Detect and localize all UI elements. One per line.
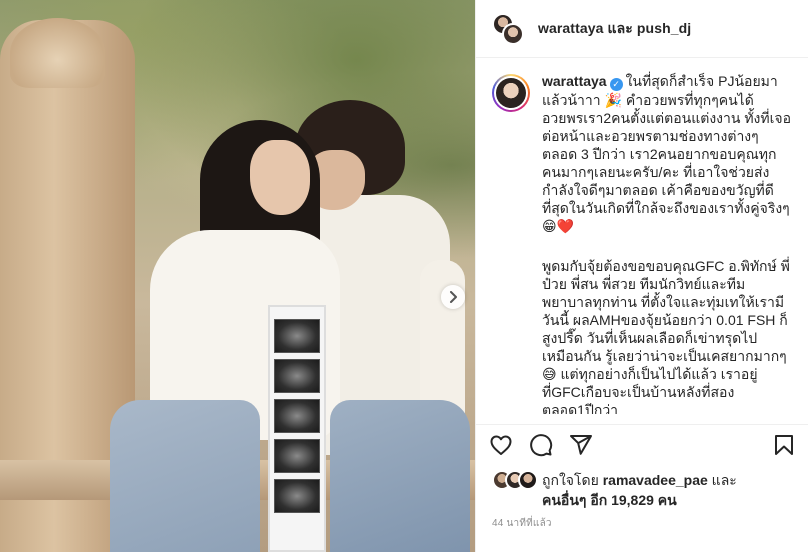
caption-section: warattaya ✓ ในที่สุดก็สำเร็จ PJน้อยมาแล้วน… — [476, 58, 808, 414]
ultrasound-scan — [274, 359, 320, 393]
caption-paragraph-1: ในที่สุดก็สำเร็จ PJน้อยมาแล้วน้าาา 🎉 คำอ… — [542, 73, 794, 234]
action-bar — [476, 424, 808, 464]
avatar — [496, 78, 526, 108]
like-button[interactable] — [488, 432, 514, 458]
share-icon — [570, 434, 592, 455]
post-header: warattaya และ push_dj — [476, 0, 808, 58]
caption-avatar[interactable] — [492, 74, 530, 112]
ultrasound-scan — [274, 319, 320, 353]
post-timestamp[interactable]: 44 นาทีที่แล้ว — [492, 516, 552, 531]
likes-others-link[interactable]: คนอื่นๆ อีก 19,829 คน — [542, 492, 677, 508]
share-button[interactable] — [568, 432, 594, 458]
photo-woman-jeans — [110, 400, 260, 552]
comment-icon — [530, 433, 553, 456]
bookmark-icon — [775, 434, 793, 455]
post-photo[interactable] — [0, 0, 475, 552]
caption-username[interactable]: warattaya — [542, 73, 607, 89]
ultrasound-scan — [274, 439, 320, 473]
comment-button[interactable] — [528, 432, 554, 458]
liker-avatars — [492, 470, 540, 492]
heart-icon — [490, 435, 512, 455]
verified-badge-icon: ✓ — [609, 78, 623, 91]
post-authors[interactable]: warattaya และ push_dj — [538, 18, 691, 40]
next-photo-button[interactable] — [441, 285, 465, 309]
ultrasound-scan — [274, 479, 320, 513]
photo-woman-face — [250, 140, 310, 215]
likes-summary: ถูกใจโดย ramavadee_pae และ คนอื่นๆ อีก 19… — [492, 470, 797, 510]
photo-ultrasound-strip — [268, 305, 326, 552]
liker-username[interactable]: ramavadee_pae — [603, 472, 708, 488]
instagram-post-window: warattaya และ push_dj warattaya ✓ ในที่สุด… — [0, 0, 808, 552]
chevron-right-icon — [450, 291, 457, 303]
save-button[interactable] — [771, 432, 797, 458]
photo-pillar-ornament — [10, 18, 105, 88]
collab-avatars[interactable] — [492, 12, 524, 45]
likes-text: ถูกใจโดย ramavadee_pae และ คนอื่นๆ อีก 19… — [542, 472, 737, 508]
caption-text: warattaya ✓ ในที่สุดก็สำเร็จ PJน้อยมาแล้วน… — [542, 72, 793, 414]
photo-man-jeans — [330, 400, 470, 552]
avatar — [518, 470, 538, 490]
post-side-panel: warattaya และ push_dj warattaya ✓ ในที่สุด… — [475, 0, 808, 552]
ultrasound-scan — [274, 399, 320, 433]
avatar — [502, 22, 524, 45]
caption-paragraph-2: พูดมกับจุ้ยต้องขอขอบคุณGFC อ.พิทักษ์ พี่… — [542, 258, 791, 414]
